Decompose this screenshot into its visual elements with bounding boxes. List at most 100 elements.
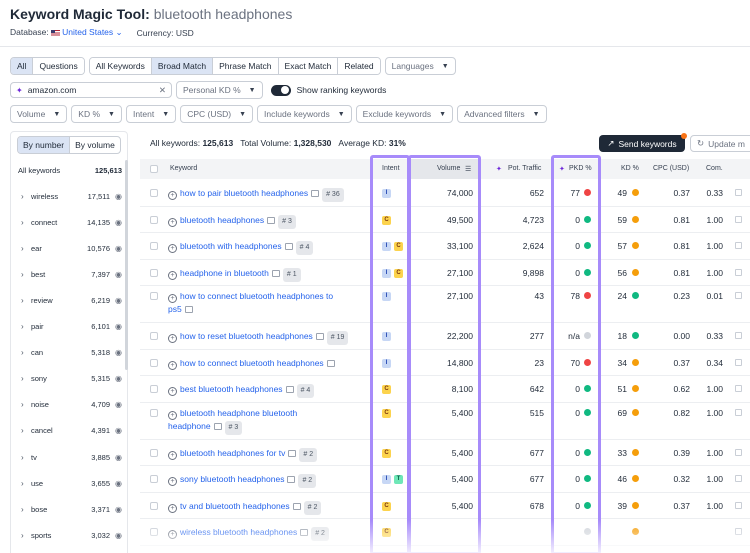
tab-all[interactable]: All: [11, 58, 34, 74]
personal-kd-dropdown[interactable]: Personal KD % ▼: [176, 81, 263, 99]
sort-icon[interactable]: ☰: [465, 165, 471, 173]
chevron-right-icon[interactable]: ›: [21, 218, 24, 227]
keyword-link[interactable]: best bluetooth headphones: [180, 384, 283, 394]
chevron-right-icon[interactable]: ›: [21, 479, 24, 488]
serp-count-badge[interactable]: # 2: [311, 527, 329, 542]
serp-features-icon[interactable]: [315, 333, 324, 341]
serp-features-icon[interactable]: [326, 359, 335, 367]
chevron-right-icon[interactable]: ›: [21, 270, 24, 279]
col-cpc[interactable]: CPC (USD): [653, 165, 689, 172]
serp-icon[interactable]: [735, 408, 742, 416]
add-to-list-icon[interactable]: +: [168, 244, 177, 254]
col-intent[interactable]: Intent: [382, 165, 400, 172]
add-to-list-icon[interactable]: +: [168, 217, 177, 227]
add-to-list-icon[interactable]: +: [168, 503, 177, 513]
group-item[interactable]: › bose 3,371 ◉: [11, 496, 129, 522]
serp-count-badge[interactable]: # 1: [282, 267, 301, 282]
tab-phrase-match[interactable]: Phrase Match: [213, 58, 279, 74]
serp-features-icon[interactable]: [300, 529, 309, 537]
serp-icon[interactable]: [735, 475, 742, 483]
tab-by-number[interactable]: By number: [18, 137, 71, 153]
tab-questions[interactable]: Questions: [33, 58, 84, 74]
keyword-link[interactable]: how to connect bluetooth headphones to: [180, 291, 333, 301]
filter-exclude-keywords[interactable]: Exclude keywords ▼: [355, 105, 454, 123]
filter-kd[interactable]: KD % ▼: [71, 105, 122, 123]
table-row[interactable]: + headphone in bluetooth # 1 I C 27,100 9,898 0…: [140, 260, 750, 286]
add-to-list-icon[interactable]: +: [168, 191, 177, 201]
eye-icon[interactable]: ◉: [115, 322, 122, 331]
chevron-right-icon[interactable]: ›: [21, 192, 24, 201]
keyword-link[interactable]: bluetooth headphones: [180, 215, 264, 225]
row-checkbox[interactable]: [150, 189, 158, 198]
table-row[interactable]: + how to reset bluetooth headphones # 19 I 2…: [140, 323, 750, 350]
keyword-link[interactable]: how to pair bluetooth headphones: [180, 188, 308, 198]
filter-intent[interactable]: Intent ▼: [125, 105, 177, 123]
table-row[interactable]: + how to connect bluetooth headphones to p…: [140, 286, 750, 323]
col-keyword[interactable]: Keyword: [170, 165, 197, 172]
serp-icon[interactable]: [735, 242, 742, 250]
add-to-list-icon[interactable]: +: [168, 294, 177, 303]
serp-count-badge[interactable]: # 19: [326, 331, 349, 346]
chevron-right-icon[interactable]: ›: [21, 322, 24, 331]
row-checkbox[interactable]: [150, 332, 158, 341]
clear-icon[interactable]: ✕: [159, 85, 166, 96]
chevron-right-icon[interactable]: ›: [21, 296, 24, 305]
tab-broad-match[interactable]: Broad Match: [151, 58, 214, 74]
group-item[interactable]: › best 7,397 ◉: [11, 261, 129, 287]
keyword-link[interactable]: bluetooth headphone bluetooth: [180, 408, 297, 418]
chevron-right-icon[interactable]: ›: [21, 374, 24, 383]
eye-icon[interactable]: ◉: [115, 531, 122, 540]
filter-volume[interactable]: Volume ▼: [10, 105, 68, 123]
keyword-link[interactable]: bluetooth headphones for tv: [180, 448, 285, 458]
row-checkbox[interactable]: [150, 268, 158, 277]
serp-count-badge[interactable]: # 2: [298, 474, 317, 489]
keyword-link[interactable]: tv and bluetooth headphones: [180, 501, 290, 511]
domain-input[interactable]: ✦ amazon.com ✕: [10, 82, 172, 98]
group-item[interactable]: › wireless 17,511 ◉: [11, 183, 129, 209]
serp-count-badge[interactable]: # 2: [299, 447, 318, 462]
serp-count-badge[interactable]: # 3: [224, 420, 243, 435]
add-to-list-icon[interactable]: +: [168, 360, 177, 370]
eye-icon[interactable]: ◉: [115, 296, 122, 305]
serp-count-badge[interactable]: # 4: [295, 241, 314, 256]
tab-by-volume[interactable]: By volume: [70, 137, 120, 153]
row-checkbox[interactable]: [150, 242, 158, 251]
eye-icon[interactable]: ◉: [115, 348, 122, 357]
add-to-list-icon[interactable]: +: [168, 450, 177, 460]
serp-count-badge[interactable]: # 36: [322, 188, 344, 203]
serp-features-icon[interactable]: [184, 306, 193, 313]
group-item[interactable]: › use 3,655 ◉: [11, 470, 129, 496]
show-ranking-toggle[interactable]: [270, 84, 291, 96]
chevron-right-icon[interactable]: ›: [21, 531, 24, 540]
serp-icon[interactable]: [735, 358, 742, 366]
table-row[interactable]: + bluetooth headphones for tv # 2 C 5,400 677…: [140, 440, 750, 466]
filter-advanced[interactable]: Advanced filters ▼: [457, 105, 547, 123]
serp-count-badge[interactable]: # 3: [278, 214, 296, 229]
table-row[interactable]: + tv and bluetooth headphones # 2 C 5,400 678…: [140, 493, 750, 519]
serp-icon[interactable]: [735, 501, 742, 509]
group-item[interactable]: › tv 3,885 ◉: [11, 444, 129, 470]
eye-icon[interactable]: ◉: [115, 270, 122, 279]
eye-icon[interactable]: ◉: [115, 400, 122, 409]
table-row[interactable]: + sony bluetooth headphones # 2 I T 5,400 677 0…: [140, 466, 750, 493]
tab-related[interactable]: Related: [338, 58, 380, 74]
col-volume[interactable]: Volume: [437, 165, 460, 172]
serp-icon[interactable]: [735, 189, 742, 197]
tab-exact-match[interactable]: Exact Match: [278, 58, 339, 74]
keyword-link[interactable]: wireless bluetooth headphones: [180, 527, 297, 537]
table-row[interactable]: + bluetooth with headphones # 4 I C 33,100 2,6…: [140, 233, 750, 260]
eye-icon[interactable]: ◉: [115, 244, 122, 253]
serp-icon[interactable]: [735, 528, 742, 536]
tab-all-keywords[interactable]: All Keywords: [89, 58, 152, 74]
keyword-link-cont[interactable]: headphone: [168, 421, 211, 431]
eye-icon[interactable]: ◉: [115, 453, 122, 462]
serp-features-icon[interactable]: [285, 386, 294, 394]
add-to-list-icon[interactable]: +: [168, 410, 177, 420]
row-checkbox[interactable]: [150, 448, 158, 457]
table-row[interactable]: + how to pair bluetooth headphones # 36 I 74…: [140, 180, 750, 207]
row-checkbox[interactable]: [150, 501, 158, 510]
send-keywords-button[interactable]: ↗ Send keywords: [599, 135, 685, 152]
table-row[interactable]: + bluetooth headphone bluetooth headphone #…: [140, 403, 750, 440]
group-item[interactable]: › can 5,318 ◉: [11, 340, 129, 366]
serp-features-icon[interactable]: [292, 502, 301, 510]
